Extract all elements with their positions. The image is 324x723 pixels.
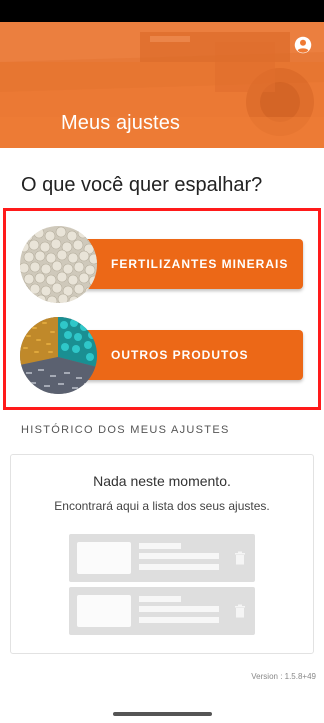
page-title: Meus ajustes: [61, 112, 181, 134]
fertilizer-granules-image[interactable]: [20, 226, 97, 303]
trash-icon: [235, 604, 245, 618]
history-placeholder-item: [69, 534, 255, 582]
mineral-fertilizers-button[interactable]: FERTILIZANTES MINERAIS: [64, 239, 303, 289]
mineral-fertilizers-label: FERTILIZANTES MINERAIS: [111, 257, 289, 271]
history-section-title: HISTÓRICO DOS MEUS AJUSTES: [21, 424, 230, 436]
placeholder-line: [139, 606, 219, 612]
account-circle-icon[interactable]: [294, 36, 312, 54]
header: Meus ajustes: [0, 22, 324, 148]
placeholder-thumbnail: [77, 542, 131, 574]
placeholder-thumbnail: [77, 595, 131, 627]
empty-state-title: Nada neste momento.: [93, 473, 231, 489]
placeholder-line: [139, 596, 181, 602]
placeholder-line: [139, 543, 181, 549]
trash-icon: [235, 551, 245, 565]
home-gesture-handle[interactable]: [113, 712, 212, 716]
other-products-label: OUTROS PRODUTOS: [111, 348, 249, 362]
status-bar: [0, 0, 324, 22]
placeholder-line: [139, 564, 219, 570]
placeholder-line: [139, 617, 219, 623]
section-question: O que você quer espalhar?: [21, 174, 263, 196]
empty-state-subtitle: Encontrará aqui a lista dos seus ajustes…: [54, 499, 270, 513]
other-products-button[interactable]: OUTROS PRODUTOS: [64, 330, 303, 380]
placeholder-line: [139, 553, 219, 559]
mixed-products-image[interactable]: [20, 317, 97, 394]
history-placeholder-item: [69, 587, 255, 635]
app-version: Version : 1.5.8+49: [251, 672, 316, 681]
